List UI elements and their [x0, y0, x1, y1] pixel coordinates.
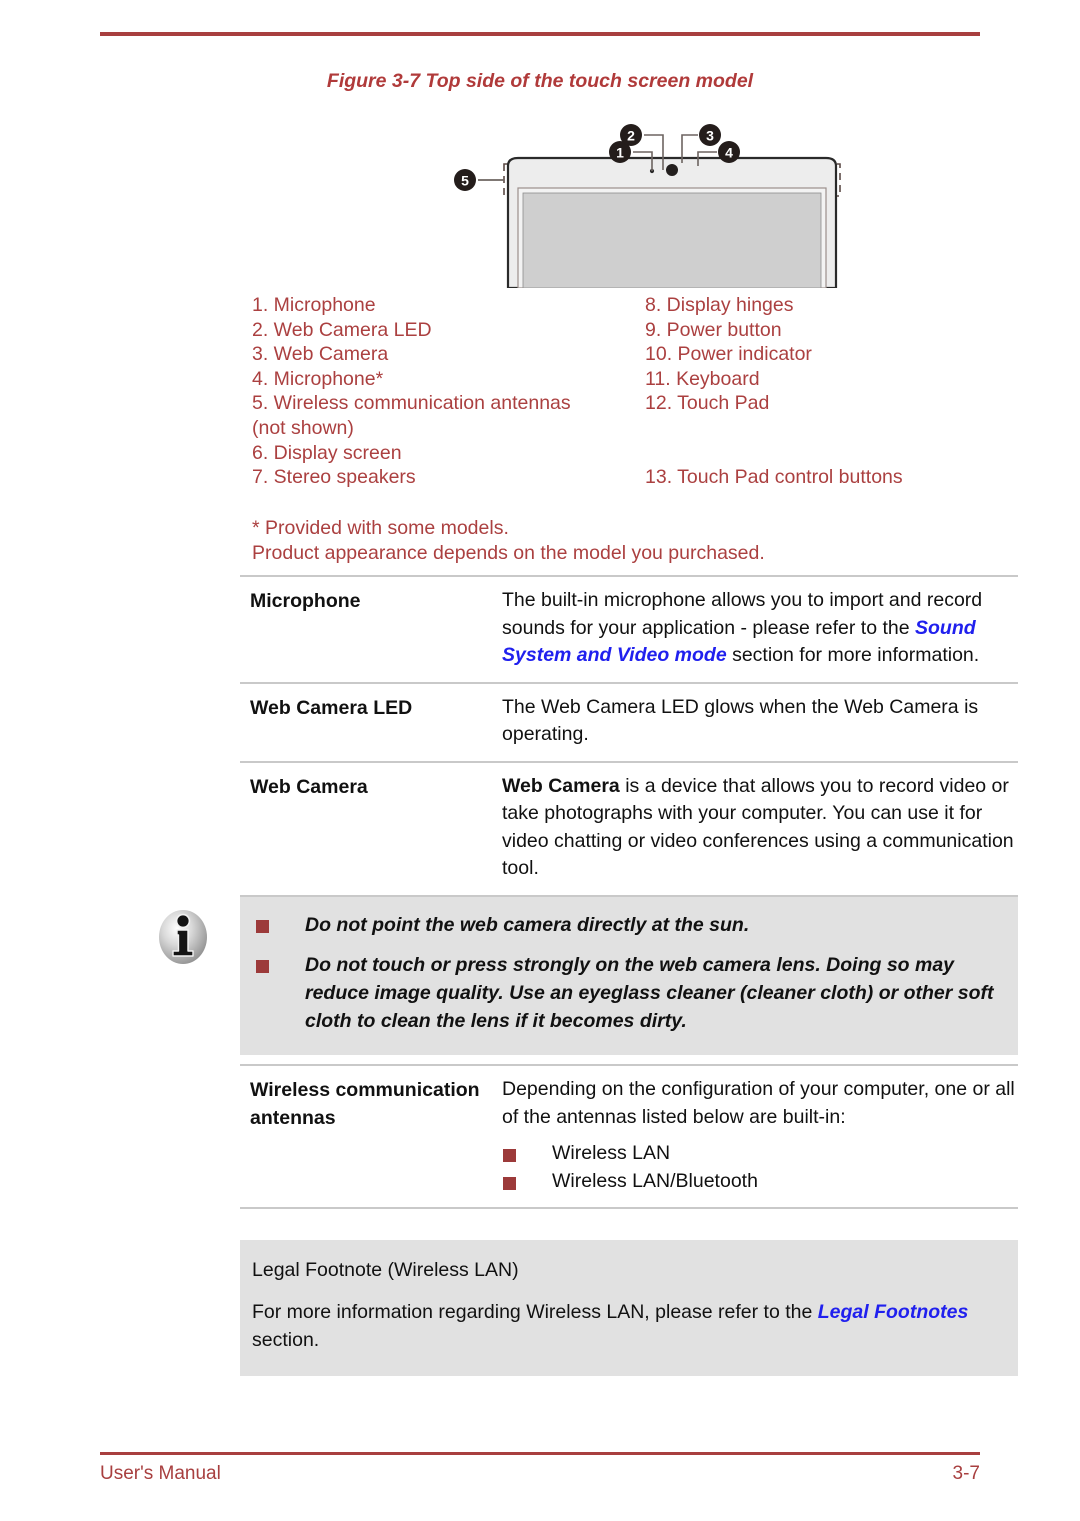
info-icon	[152, 906, 214, 968]
legend-item: 4. Microphone*	[252, 367, 384, 390]
legend-item: (not shown)	[252, 416, 354, 439]
legend-item: 1. Microphone	[252, 294, 376, 316]
desc-text-pre: The Web Camera LED glows when the Web Ca…	[502, 695, 979, 746]
svg-text:4: 4	[725, 145, 733, 161]
warning-note-box: Do not point the web camera directly at …	[240, 897, 1018, 1055]
definition-description: The built-in microphone allows you to im…	[502, 587, 1018, 670]
definition-description: Web Camera is a device that allows you t…	[502, 773, 1018, 883]
note-text: Do not point the web camera directly at …	[305, 914, 750, 936]
note-text: Do not touch or press strongly on the we…	[305, 954, 994, 1032]
legal-footnote-box: Legal Footnote (Wireless LAN) For more i…	[240, 1240, 1018, 1376]
desc-text-pre: The built-in microphone allows you to im…	[502, 589, 983, 639]
table-row: Wireless communication antennas Dependin…	[240, 1064, 1018, 1209]
svg-text:1: 1	[616, 145, 624, 161]
square-bullet-icon	[503, 1176, 516, 1190]
footnote-line-appearance: Product appearance depends on the model …	[252, 542, 765, 564]
page-footer: User's Manual 3-7	[100, 1463, 980, 1485]
legend-item: 9. Power button	[645, 318, 782, 341]
legend-item: 11. Keyboard	[645, 367, 760, 390]
legend-item: 12. Touch Pad	[645, 392, 770, 415]
bullet-label: Wireless LAN	[552, 1142, 671, 1164]
legal-text-pre: For more information regarding Wireless …	[252, 1301, 818, 1323]
wireless-desc-text: Depending on the configuration of your c…	[502, 1078, 1015, 1128]
definition-term: Microphone	[250, 590, 361, 612]
header-rule	[100, 32, 980, 36]
footer-rule	[100, 1452, 980, 1455]
table-row: Microphone The built-in microphone allow…	[240, 575, 1018, 682]
table-row: Web Camera LED The Web Camera LED glows …	[240, 681, 1018, 761]
legend-item: 5. Wireless communication antennas	[252, 392, 571, 415]
square-bullet-icon	[503, 1149, 516, 1162]
feature-definition-table: Microphone The built-in microphone allow…	[240, 575, 1018, 897]
desc-bold-lead: Web Camera	[502, 774, 620, 797]
legal-footnote-title: Legal Footnote (Wireless LAN)	[252, 1259, 519, 1281]
figure-legend: 1. Microphone 2. Web Camera LED 3. Web C…	[252, 293, 1012, 490]
definition-description: Depending on the configuration of your c…	[502, 1076, 1018, 1195]
legend-item: 2. Web Camera LED	[252, 318, 432, 341]
desc-text-post: section for more information.	[726, 644, 980, 666]
square-bullet-icon	[256, 920, 269, 933]
figure-caption: Figure 3-7 Top side of the touch screen …	[326, 70, 754, 92]
legend-item: 6. Display screen	[252, 441, 402, 464]
list-item: Wireless LAN/Bluetooth	[502, 1168, 1018, 1196]
legend-item: 10. Power indicator	[645, 343, 812, 366]
note-bullet-item: Do not touch or press strongly on the we…	[256, 951, 1002, 1035]
table-row: Web Camera Web Camera is a device that a…	[240, 760, 1018, 897]
definition-description: The Web Camera LED glows when the Web Ca…	[502, 694, 1018, 749]
legend-item: 7. Stereo speakers	[252, 466, 416, 489]
list-item: Wireless LAN	[502, 1140, 1018, 1168]
legend-gap	[645, 441, 1005, 466]
legal-text-post: section.	[252, 1329, 320, 1351]
svg-text:5: 5	[461, 173, 469, 189]
square-bullet-icon	[256, 960, 269, 973]
legend-item: 3. Web Camera	[252, 343, 389, 366]
legend-item: 13. Touch Pad control buttons	[645, 466, 903, 489]
footer-page-number: 3-7	[952, 1463, 980, 1484]
legend-item: 8. Display hinges	[645, 294, 794, 316]
definition-term: Web Camera	[250, 775, 368, 798]
legend-column-right: 8. Display hinges 9. Power button 10. Po…	[645, 293, 1005, 490]
footnote-line-asterisk: * Provided with some models.	[252, 517, 509, 539]
legal-footnotes-link[interactable]: Legal Footnotes	[818, 1301, 969, 1323]
figure-footnote: * Provided with some models. Product app…	[252, 516, 1032, 566]
definition-term: Wireless communication antennas	[250, 1079, 480, 1129]
svg-text:2: 2	[627, 128, 635, 144]
legend-gap	[645, 416, 1005, 441]
footer-manual-label: User's Manual	[100, 1463, 221, 1484]
svg-text:3: 3	[706, 128, 714, 144]
note-bullet-item: Do not point the web camera directly at …	[256, 911, 1002, 939]
laptop-top-diagram: 1 2 3 4 5	[420, 108, 880, 288]
wireless-bullet-list: Wireless LAN Wireless LAN/Bluetooth	[502, 1140, 1018, 1195]
legend-column-left: 1. Microphone 2. Web Camera LED 3. Web C…	[252, 293, 645, 490]
legal-footnote-body: For more information regarding Wireless …	[252, 1298, 1002, 1354]
bullet-label: Wireless LAN/Bluetooth	[552, 1169, 758, 1192]
manual-page: Figure 3-7 Top side of the touch screen …	[0, 0, 1080, 1521]
definition-term: Web Camera LED	[250, 696, 413, 719]
wireless-antennas-table: Wireless communication antennas Dependin…	[240, 1064, 1018, 1209]
